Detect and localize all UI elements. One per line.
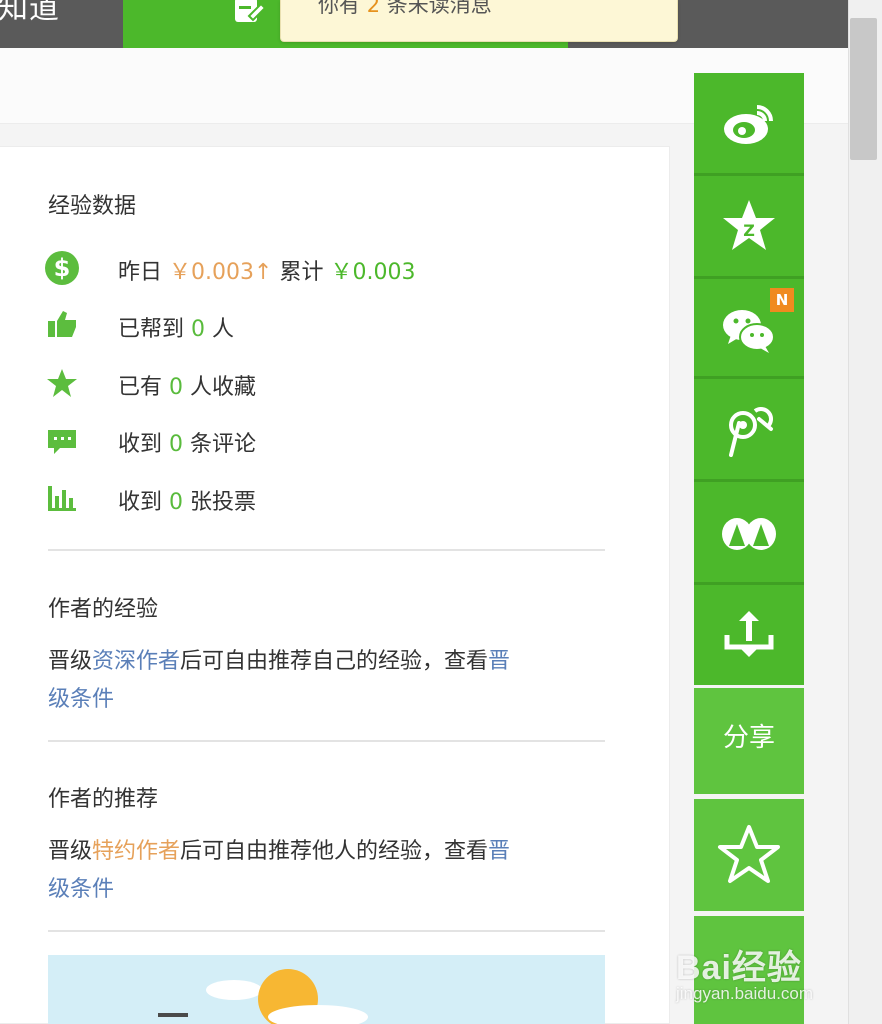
- author-exp-text: 晋级资深作者后可自由推荐自己的经验，查看晋级条件: [48, 643, 608, 719]
- yesterday-label: 昨日: [118, 260, 163, 285]
- watermark-brand: Bai经验: [676, 949, 802, 987]
- upgrade-conditions-link-cont[interactable]: 级条件: [48, 687, 114, 712]
- share-tencent-weibo-button[interactable]: [694, 379, 804, 479]
- toast-count: 2: [366, 0, 381, 17]
- author-rec-text2: 后可自由推荐他人的经验，查看: [180, 839, 489, 864]
- star-icon: [47, 369, 77, 397]
- share-weibo-button[interactable]: [694, 73, 804, 173]
- promo-banner[interactable]: [48, 955, 605, 1024]
- bar-chart-icon: [48, 486, 76, 511]
- fav-count: 0: [169, 375, 184, 400]
- share-upload-icon: [724, 611, 774, 657]
- stats-title: 经验数据: [48, 194, 137, 219]
- helped-count: 0: [191, 317, 206, 342]
- comments-count: 0: [169, 432, 184, 457]
- star-outline-icon: [718, 825, 780, 883]
- share-upload-button[interactable]: [694, 585, 804, 685]
- author-exp-title: 作者的经验: [48, 597, 159, 622]
- share-renren-button[interactable]: [694, 482, 804, 582]
- watermark-url: jingyan.baidu.com: [676, 984, 814, 1003]
- stats-comments-row: 收到 0 条评论: [44, 422, 604, 458]
- sun-cloud-illustration: [158, 969, 368, 1024]
- favorite-button[interactable]: [694, 799, 804, 911]
- weibo-icon: [724, 105, 773, 144]
- comment-icon: [48, 430, 76, 454]
- author-rec-text1: 晋级: [48, 839, 93, 864]
- stats-helped-row: 已帮到 0 人: [44, 307, 604, 343]
- qzone-icon: Z: [723, 200, 775, 250]
- senior-author-link[interactable]: 资深作者: [92, 649, 180, 674]
- unread-message-toast[interactable]: 你有 2 条未读消息: [280, 0, 678, 42]
- comments-suffix: 条评论: [190, 432, 257, 457]
- baidu-jingyan-watermark: Bai经验 jingyan.baidu.com: [676, 928, 846, 1008]
- author-rec-text: 晋级特约作者后可自由推荐他人的经验，查看晋级条件: [48, 833, 608, 909]
- divider: [48, 930, 605, 932]
- contract-author-link[interactable]: 特约作者: [92, 839, 180, 864]
- share-qzone-button[interactable]: Z: [694, 176, 804, 276]
- votes-prefix: 收到: [118, 490, 163, 515]
- upgrade-conditions-link[interactable]: 晋: [488, 839, 510, 864]
- upgrade-conditions-link-cont[interactable]: 级条件: [48, 877, 114, 902]
- divider: [48, 740, 605, 742]
- svg-text:Z: Z: [743, 221, 755, 240]
- trend-up-icon: ↑: [254, 260, 273, 285]
- new-badge: N: [770, 288, 794, 312]
- author-exp-text1: 晋级: [48, 649, 93, 674]
- total-label: 累计: [279, 260, 324, 285]
- stats-favorites-row: 已有 0 人收藏: [44, 365, 604, 401]
- svg-text:$: $: [54, 254, 71, 282]
- thumbs-up-icon: [48, 311, 76, 337]
- total-value: ￥0.003: [330, 260, 416, 285]
- scrollbar-thumb[interactable]: [850, 18, 877, 160]
- author-exp-text2: 后可自由推荐自己的经验，查看: [180, 649, 489, 674]
- helped-suffix: 人: [212, 317, 235, 342]
- author-rec-title: 作者的推荐: [48, 787, 159, 812]
- votes-count: 0: [169, 490, 184, 515]
- dollar-coin-icon: $: [45, 251, 79, 285]
- renren-icon: [722, 518, 776, 550]
- helped-prefix: 已帮到: [118, 317, 185, 342]
- upgrade-conditions-link[interactable]: 晋: [488, 649, 510, 674]
- fav-suffix: 人收藏: [190, 375, 257, 400]
- nav-item-zhidao[interactable]: 知道: [0, 0, 122, 48]
- yesterday-value: ￥0.003: [169, 260, 254, 285]
- toast-text-after: 条未读消息: [386, 0, 492, 17]
- fav-prefix: 已有: [118, 375, 163, 400]
- votes-suffix: 张投票: [190, 490, 257, 515]
- comments-prefix: 收到: [118, 432, 163, 457]
- toast-text: 你有: [318, 0, 360, 17]
- tencent-weibo-icon: [729, 407, 773, 457]
- share-label: 分享: [694, 688, 804, 794]
- edit-icon: [235, 0, 267, 22]
- stats-earnings-row: $ 昨日 ￥0.003↑ 累计 ￥0.003: [44, 250, 604, 286]
- divider: [48, 549, 605, 551]
- stats-votes-row: 收到 0 张投票: [44, 480, 604, 516]
